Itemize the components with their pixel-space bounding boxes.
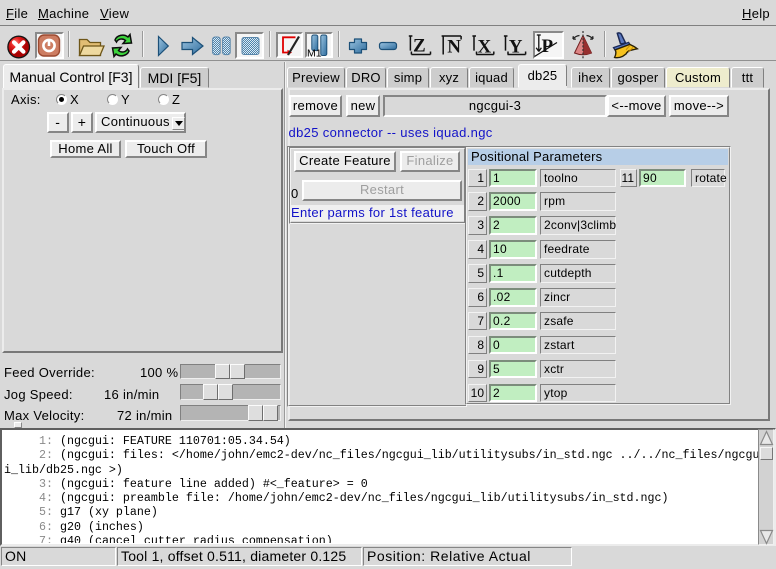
svg-text:Z: Z [413, 36, 426, 57]
svg-text:N: N [447, 37, 461, 58]
svg-text:M1: M1 [307, 48, 322, 60]
